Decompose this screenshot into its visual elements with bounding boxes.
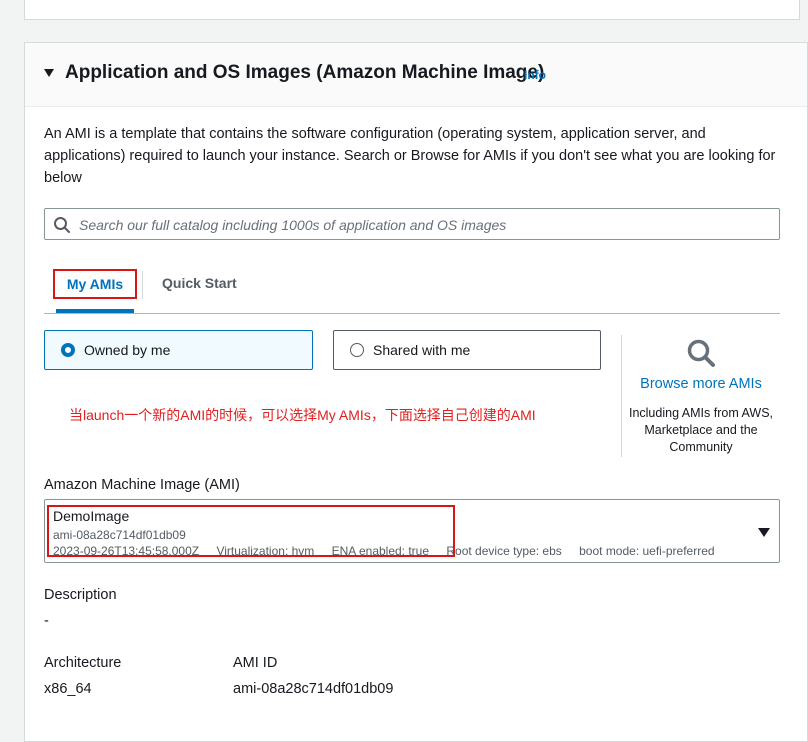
browse-divider — [621, 335, 622, 457]
ami-id-value: ami-08a28c714df01db09 — [233, 681, 394, 697]
ami-id-label: AMI ID — [233, 655, 278, 671]
ami-root-device: Root device type: ebs — [446, 544, 562, 558]
owned-by-me-radio[interactable] — [61, 343, 75, 357]
owned-by-me-tile[interactable]: Owned by me — [44, 330, 313, 370]
browse-note: Including AMIs from AWS, Marketplace and… — [628, 406, 774, 454]
shared-with-me-label: Shared with me — [373, 342, 471, 358]
description-label: Description — [44, 587, 117, 603]
caret-down-icon[interactable] — [44, 69, 54, 77]
architecture-value: x86_64 — [44, 681, 92, 697]
annotation-note: 当launch一个新的AMI的时候，可以选择My AMIs，下面选择自己创建的A… — [69, 407, 536, 423]
info-link[interactable]: Info — [524, 68, 546, 82]
shared-with-me-tile[interactable]: Shared with me — [333, 330, 601, 370]
ami-virtualization: Virtualization: hvm — [216, 544, 315, 558]
ami-ena: ENA enabled: true — [331, 544, 430, 558]
tab-divider — [142, 271, 143, 299]
ami-tabs: My AMIs Quick Start — [44, 265, 780, 314]
tab-quick-start[interactable]: Quick Start — [162, 275, 237, 291]
ami-metadata: 2023-09-26T13:45:58.000Z Virtualization:… — [53, 544, 729, 558]
ami-section-panel: Application and OS Images (Amazon Machin… — [24, 42, 808, 742]
description-value: - — [44, 613, 49, 629]
ami-select-label: Amazon Machine Image (AMI) — [44, 477, 240, 493]
tab-active-indicator — [56, 309, 134, 313]
section-description: An AMI is a template that contains the s… — [44, 126, 776, 186]
shared-with-me-radio[interactable] — [350, 343, 364, 357]
tab-my-amis[interactable]: My AMIs — [53, 269, 137, 299]
previous-panel — [24, 0, 800, 20]
owned-by-me-label: Owned by me — [84, 342, 171, 358]
search-input[interactable] — [77, 213, 771, 237]
magnifier-icon[interactable] — [686, 338, 716, 368]
section-header[interactable]: Application and OS Images (Amazon Machin… — [25, 43, 807, 107]
ami-name: DemoImage — [53, 508, 130, 524]
search-icon — [54, 217, 70, 233]
section-title: Application and OS Images (Amazon Machin… — [65, 62, 545, 83]
ami-id: ami-08a28c714df01db09 — [53, 528, 186, 542]
ami-search-box[interactable] — [44, 208, 780, 240]
chevron-down-icon[interactable] — [758, 528, 770, 537]
ami-created: 2023-09-26T13:45:58.000Z — [53, 544, 200, 558]
ami-boot-mode: boot mode: uefi-preferred — [579, 544, 715, 558]
browse-more-amis-link[interactable]: Browse more AMIs — [625, 376, 777, 392]
architecture-label: Architecture — [44, 655, 122, 671]
ami-select[interactable]: DemoImage ami-08a28c714df01db09 2023-09-… — [44, 499, 780, 563]
